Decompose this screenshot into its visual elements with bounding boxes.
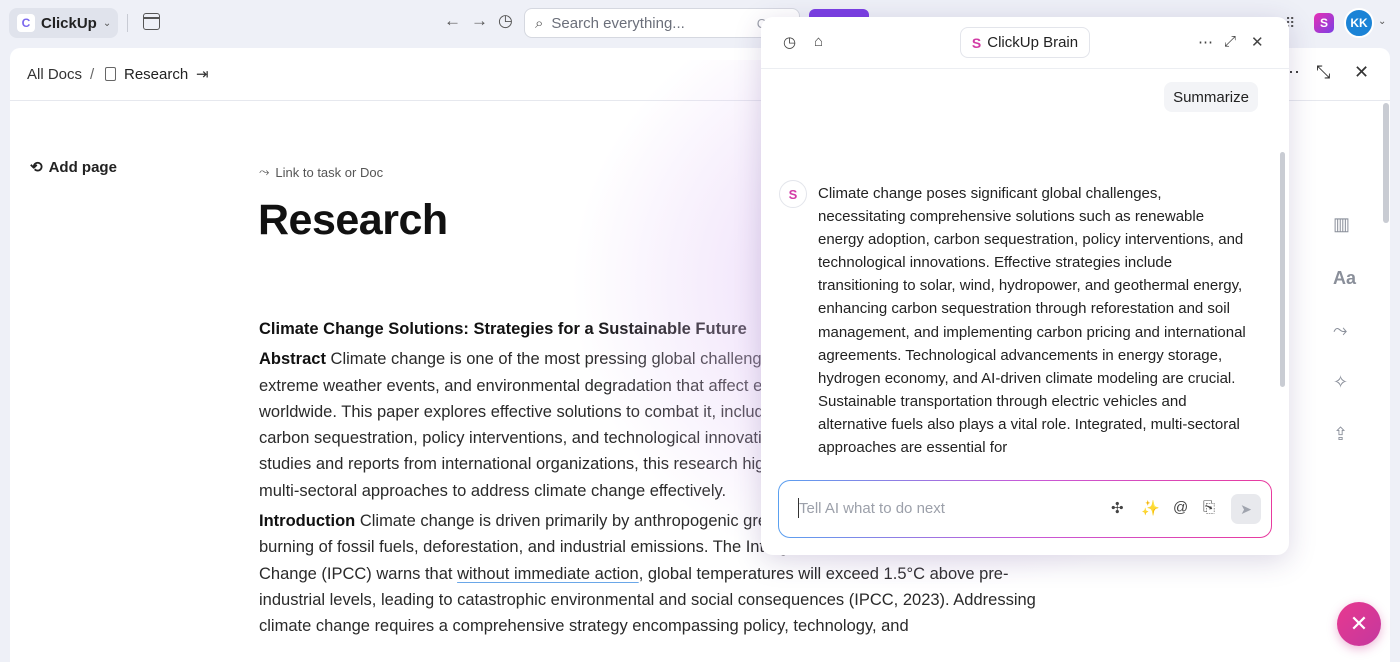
- brain-title-tab[interactable]: S ClickUp Brain: [960, 27, 1090, 58]
- app-name: ClickUp: [41, 14, 97, 32]
- brain-title: ClickUp Brain: [987, 34, 1079, 51]
- close-icon[interactable]: ✕: [1354, 62, 1369, 83]
- sparkle-icon[interactable]: ✨: [1141, 499, 1160, 517]
- add-page-button[interactable]: ⟲ Add page: [30, 158, 117, 177]
- close-icon: ✕: [1349, 611, 1369, 636]
- clickup-brain-panel: ◷ ⌂ S ClickUp Brain ⋯ ⤢ ✕ Summarize S Cl…: [761, 17, 1289, 555]
- clickup-logo-icon: C: [17, 14, 35, 32]
- brain-header: ◷ ⌂ S ClickUp Brain ⋯ ⤢ ✕: [761, 17, 1289, 69]
- back-arrow-icon[interactable]: ←: [444, 11, 461, 31]
- add-page-label: Add page: [48, 158, 117, 176]
- abstract-label: Abstract: [259, 350, 326, 369]
- prompt-input[interactable]: Tell AI what to do next: [799, 500, 945, 517]
- collapse-icon[interactable]: ⤡: [1316, 62, 1330, 83]
- search-input[interactable]: Search everything...: [551, 15, 684, 32]
- send-button[interactable]: ➤: [1231, 494, 1261, 524]
- chat-scrollbar[interactable]: [1280, 152, 1285, 387]
- global-search[interactable]: ⌕ Search everything... Ctrl: [524, 8, 800, 38]
- brain-avatar-icon: S: [779, 180, 807, 208]
- magic-wand-icon[interactable]: ✧: [1333, 372, 1348, 393]
- page-title[interactable]: Research: [258, 196, 448, 245]
- breadcrumb-all-docs[interactable]: All Docs: [27, 66, 82, 83]
- user-message-summarize: Summarize: [1164, 82, 1258, 112]
- brain-swirl-icon: S: [971, 34, 982, 51]
- history-icon[interactable]: ◷: [783, 33, 796, 51]
- breadcrumb-research[interactable]: Research: [124, 66, 188, 83]
- history-icon[interactable]: ◷: [498, 11, 513, 31]
- attachment-icon[interactable]: ⎘: [1203, 499, 1215, 516]
- send-icon: ➤: [1240, 500, 1252, 517]
- upload-icon[interactable]: ⇪: [1333, 424, 1348, 445]
- doc-scrollbar[interactable]: [1383, 103, 1389, 223]
- highlighted-phrase[interactable]: without immediate action: [457, 565, 639, 583]
- add-page-icon: ⟲: [30, 159, 43, 176]
- chevron-down-icon: ⌄: [102, 17, 112, 29]
- mention-icon[interactable]: @: [1173, 499, 1188, 516]
- link-to-task-button[interactable]: ⤳ Link to task or Doc: [259, 164, 383, 180]
- home-icon[interactable]: ⌂: [814, 33, 823, 50]
- open-external-icon[interactable]: ⇥: [196, 65, 209, 83]
- link-icon[interactable]: ⤳: [1333, 320, 1347, 341]
- ai-response: Climate change poses significant global …: [818, 185, 1246, 457]
- workspace-switcher[interactable]: C ClickUp ⌄: [9, 8, 118, 38]
- document-icon: [105, 67, 116, 81]
- link-task-label: Link to task or Doc: [275, 164, 384, 180]
- forward-arrow-icon[interactable]: →: [471, 11, 488, 31]
- ai-prompt-box[interactable]: Tell AI what to do next ✣ ✨ @ ⎘ ➤: [778, 480, 1272, 538]
- calendar-icon[interactable]: [143, 13, 160, 30]
- search-icon: ⌕: [535, 14, 544, 32]
- more-options-icon[interactable]: ⋯: [1198, 33, 1213, 51]
- close-fab-button[interactable]: ✕: [1337, 602, 1381, 646]
- user-avatar[interactable]: KK: [1344, 8, 1374, 38]
- typography-icon[interactable]: Aa: [1333, 268, 1356, 289]
- clickup-brain-icon[interactable]: S: [1314, 13, 1334, 33]
- link-icon: ⤳: [259, 164, 270, 179]
- expand-icon[interactable]: ⤢: [1224, 33, 1236, 50]
- close-icon[interactable]: ✕: [1251, 33, 1264, 51]
- divider: [127, 14, 128, 32]
- chevron-down-icon[interactable]: ⌄: [1378, 16, 1386, 27]
- intro-label: Introduction: [259, 512, 356, 531]
- breadcrumb-separator: /: [90, 66, 95, 83]
- sidebar-toggle-icon[interactable]: ▥: [1333, 214, 1350, 235]
- brain-tools-icon[interactable]: ✣: [1111, 499, 1124, 517]
